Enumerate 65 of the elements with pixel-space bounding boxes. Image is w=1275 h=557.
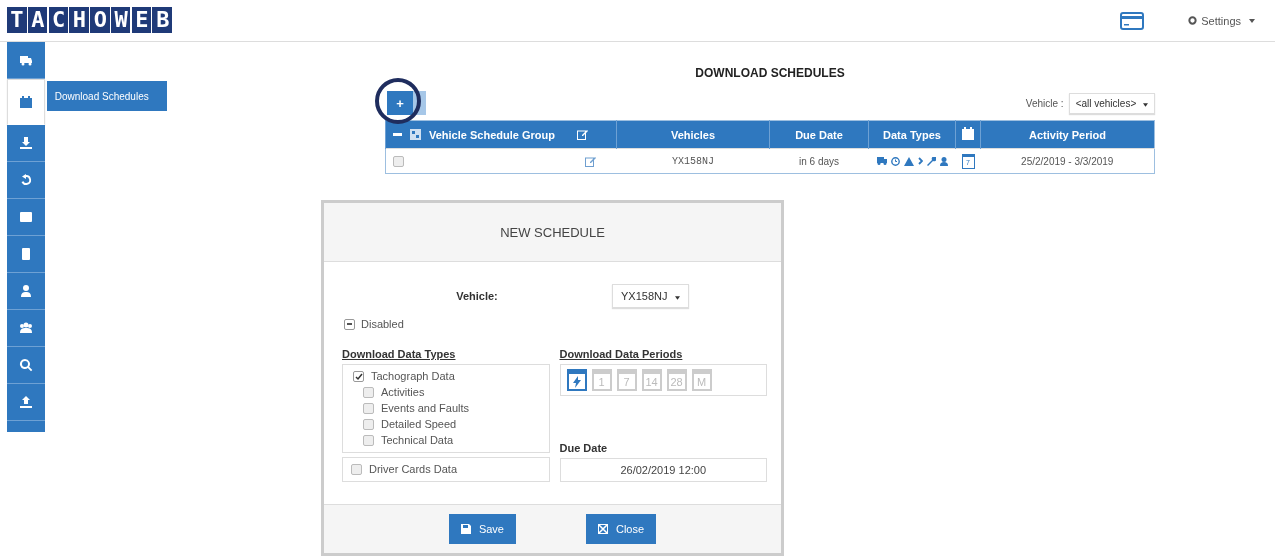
truck-icon (18, 53, 33, 67)
upload-icon (18, 395, 33, 409)
edit-icon[interactable] (585, 155, 596, 167)
filter-label: Vehicle : (1025, 97, 1064, 109)
grid-icon (410, 129, 421, 140)
section-heading: Download Data Periods (559, 348, 684, 360)
dialog-title: NEW SCHEDULE (500, 224, 605, 240)
checkbox[interactable] (363, 419, 374, 430)
calendar-icon (18, 95, 33, 109)
edit-icon (576, 129, 588, 140)
menu-flyout[interactable]: Download Schedules (46, 81, 167, 111)
card-icon (18, 210, 33, 224)
column-header: Vehicle Schedule Group (429, 128, 555, 141)
page-title: DOWNLOAD SCHEDULES (694, 66, 846, 80)
add-button[interactable]: + (387, 91, 413, 115)
close-icon (597, 524, 608, 534)
checkbox-label: Activities (381, 386, 425, 399)
select-all-checkbox[interactable] (393, 133, 402, 136)
checkbox-label: Tachograph Data (371, 370, 455, 383)
card-icon[interactable] (1120, 11, 1145, 30)
settings-menu[interactable]: Settings (1182, 13, 1261, 28)
column-header: Activity Period (980, 120, 1155, 149)
checkbox-label: Technical Data (381, 434, 454, 447)
lightning-icon (572, 375, 581, 388)
row-checkbox[interactable] (393, 155, 404, 167)
section-heading: Download Data Types (342, 348, 457, 360)
checkbox[interactable] (363, 403, 374, 414)
calendar-icon (962, 127, 974, 140)
table-cell: in 6 days (769, 148, 869, 174)
checkbox[interactable] (363, 435, 374, 446)
table-cell: 25/2/2019 - 3/3/2019 (980, 148, 1155, 174)
save-button[interactable]: Save (448, 514, 516, 544)
checkbox-label: Disabled (361, 318, 404, 330)
column-header: Due Date (769, 120, 869, 149)
user-icon (18, 284, 33, 298)
vehicle-select[interactable]: YX158NJ (612, 284, 689, 308)
column-header: Data Types (868, 120, 956, 149)
column-header: Vehicles (616, 120, 770, 149)
due-date-field[interactable]: 26/02/2019 12:00 (559, 458, 767, 482)
checkbox-label: Driver Cards Data (369, 463, 458, 476)
checkbox-label: Events and Faults (381, 402, 470, 415)
field-label: Due Date (559, 442, 609, 454)
caret-icon (1143, 102, 1148, 107)
wrench-icon (926, 156, 936, 166)
caret-icon (1249, 18, 1255, 23)
warning-icon (903, 156, 914, 166)
checkbox[interactable] (363, 387, 374, 398)
close-button[interactable]: Close (585, 514, 657, 544)
caret-icon (674, 296, 680, 300)
checkbox[interactable] (351, 464, 362, 475)
checkbox[interactable] (353, 371, 364, 382)
table-cell: YX158NJ (616, 148, 770, 174)
floppy-icon (460, 524, 471, 534)
vehicle-select[interactable]: <all vehicles> (1068, 92, 1155, 114)
truck-icon (876, 157, 887, 165)
clock-icon (890, 156, 900, 166)
checkbox-label: Detailed Speed (381, 418, 457, 431)
search-icon (18, 358, 33, 372)
period-toggle[interactable] (566, 369, 587, 391)
chevron-icon (917, 157, 923, 165)
settings-icon (1188, 16, 1198, 25)
users-icon (18, 321, 33, 335)
user-icon (939, 156, 948, 166)
download-icon (18, 136, 33, 150)
field-label: Vehicle: (455, 290, 499, 302)
